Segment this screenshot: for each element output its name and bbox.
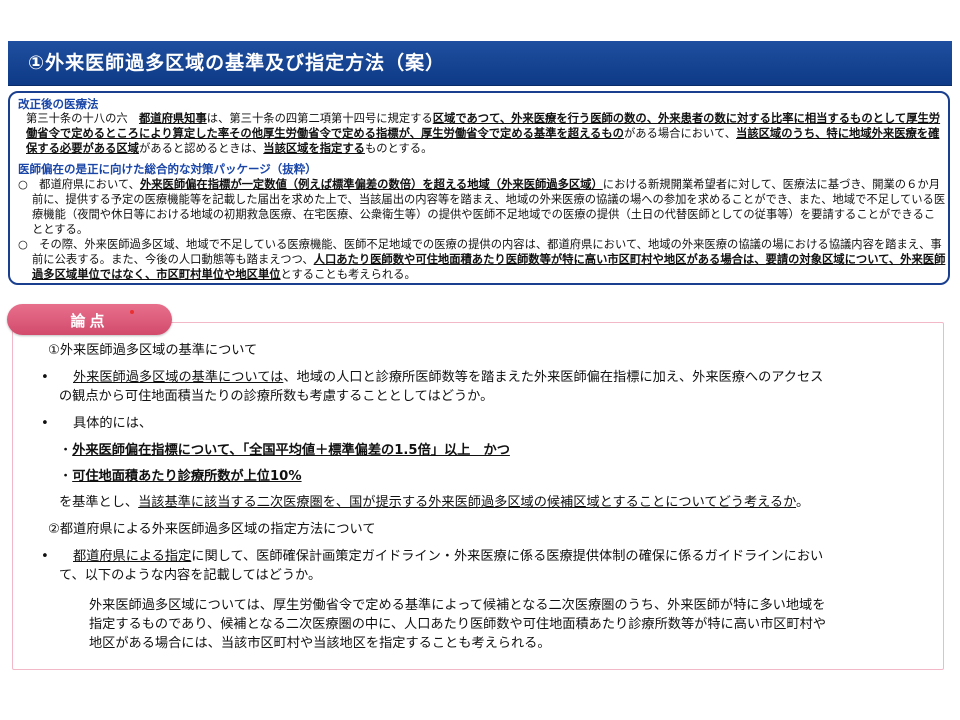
section-1-bullet-2: 具体的には、 — [73, 416, 153, 431]
section-2-heading: ②都道府県による外来医師過多区域の指定方法について — [48, 522, 376, 537]
bullet-icon: • — [41, 370, 49, 385]
bullet-icon: • — [41, 549, 49, 564]
criterion-1: ・外来医師偏在指標について、「全国平均値＋標準偏差の1.5倍」以上 かつ — [59, 443, 510, 458]
section-2-bullet-1-line-1: 都道府県による指定に関して、医師確保計画策定ガイドライン・外来医療に係る医療提供… — [73, 549, 824, 564]
issues-tab-label: 論点 — [70, 312, 109, 330]
section-2-bullet-1-line-2: て、以下のような内容を記載してはどうか。 — [59, 568, 322, 583]
section-1-heading: ①外来医師過多区域の基準について — [48, 343, 258, 358]
package-bullet-1: ○ 都道府県において、外来医師偏在指標が一定数値（例えば標準偏差の数倍）を超える… — [18, 178, 946, 236]
section-1-bullet-1-line-1: 外来医師過多区域の基準については、地域の人口と診療所医師数等を踏まえた外来医師偏… — [73, 370, 824, 385]
section-1-conclusion: を基準とし、当該基準に該当する二次医療圏を、国が提示する外来医師過多区域の候補区… — [59, 495, 810, 510]
package-bullet-2: ○ その際、外来医師過多区域、地域で不足している医療機能、医師不足地域での医療の… — [18, 238, 946, 281]
law-heading: 改正後の医療法 — [18, 97, 99, 111]
bullet-circle-icon: ○ — [18, 238, 28, 251]
page-title: ①外来医師過多区域の基準及び指定方法（案） — [28, 52, 446, 74]
law-excerpt-box: 改正後の医療法 第三十条の十八の六 都道府県知事は、第三十条の四第二項第十四号に… — [8, 91, 950, 285]
package-heading: 医師偏在の是正に向けた総合的な対策パッケージ（抜粋） — [18, 162, 317, 176]
bullet-icon: • — [41, 416, 49, 431]
section-2-quote-line-2: 指定するものであり、候補となる二次医療圏の中に、人口あたり医師数や可住地面積あた… — [89, 617, 827, 632]
section-1-bullet-1-line-2: の観点から可住地面積当たりの診療所数も考慮することとしてはどうか。 — [59, 389, 494, 404]
bullet-circle-icon: ○ — [18, 178, 28, 191]
issues-tab: 論点 — [7, 304, 172, 335]
section-2-quote-line-3: 地区がある場合には、当該市区町村や当該地区を指定することも考えられる。 — [89, 636, 551, 651]
red-dot-marker — [130, 310, 134, 314]
law-article-text: 第三十条の十八の六 都道府県知事は、第三十条の四第二項第十四号に規定する区域であ… — [26, 112, 941, 155]
criterion-2: ・可住地面積あたり診療所数が上位10% — [59, 469, 302, 484]
title-banner: ①外来医師過多区域の基準及び指定方法（案） — [8, 41, 952, 86]
section-2-quote-line-1: 外来医師過多区域については、厚生労働省令で定める基準によって候補となる二次医療圏… — [89, 598, 826, 613]
